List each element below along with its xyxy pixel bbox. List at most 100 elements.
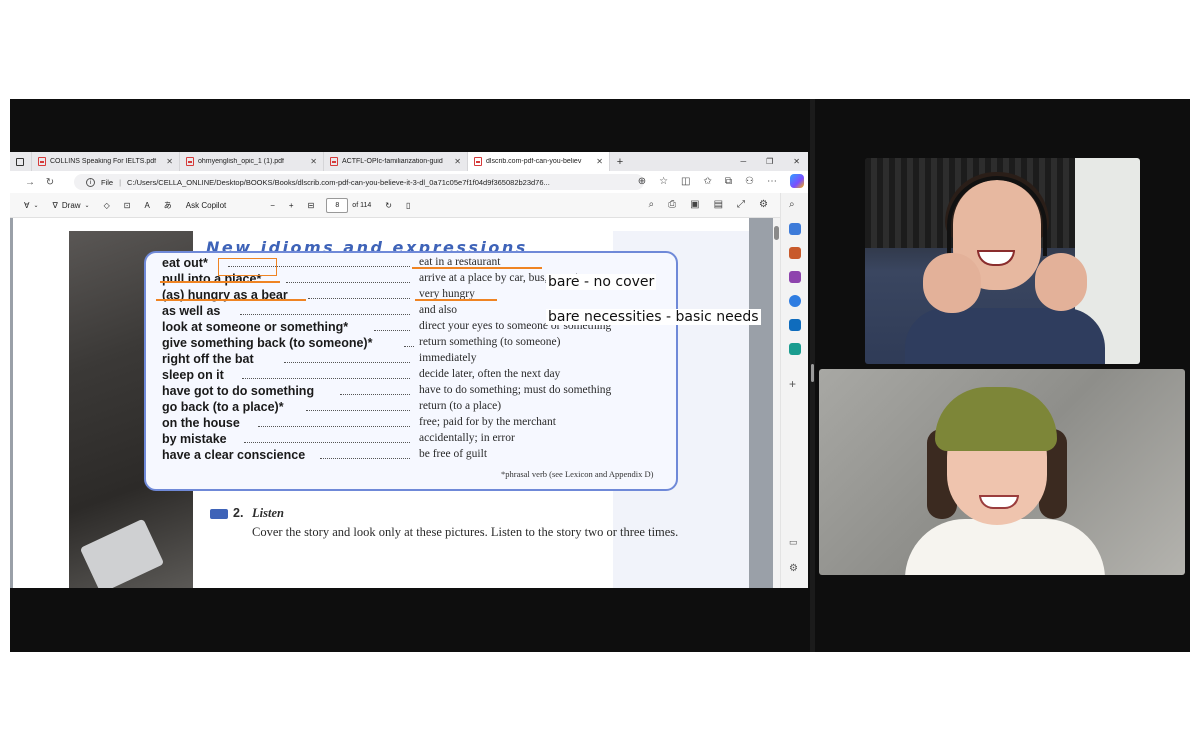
idiom-definition: return something (to someone) <box>419 336 561 348</box>
divider-handle[interactable] <box>811 364 814 382</box>
text-box-button[interactable]: ⊡ <box>124 201 131 210</box>
dot-leader <box>240 314 410 315</box>
dot-leader <box>374 330 410 331</box>
translate-icon: あ <box>163 200 172 210</box>
zoom-in-button[interactable]: + <box>289 201 294 210</box>
idiom-term: have got to do something <box>162 384 315 398</box>
page-number-input[interactable]: 8 <box>326 197 349 213</box>
idiom-definition: be free of guilt <box>419 448 488 460</box>
back-arrow-icon[interactable]: → <box>20 177 40 188</box>
tab-ohmyenglish[interactable]: ohmyenglish_opic_1 (1).pdf ✕ <box>180 152 324 171</box>
tab-title: ohmyenglish_opic_1 (1).pdf <box>198 158 284 165</box>
dot-leader <box>284 362 410 363</box>
idiom-definition: accidentally; in error <box>419 432 515 444</box>
save-as-icon[interactable]: ▤ <box>714 199 723 210</box>
sidebar-settings-icon[interactable]: ⚙ <box>789 563 801 575</box>
rotate-button[interactable]: ↻ <box>385 201 392 210</box>
rotate-icon: ↻ <box>385 200 392 210</box>
print-icon[interactable]: ⎙ <box>668 199 676 210</box>
new-tab-icon[interactable]: + <box>610 156 630 168</box>
idiom-term: on the house <box>162 416 240 430</box>
dot-leader <box>404 346 414 347</box>
idiom-term: have a clear conscience <box>162 448 306 462</box>
highlight-underline <box>160 281 280 283</box>
plus-icon: + <box>288 200 294 210</box>
highlight-button[interactable]: ∀ ⌄ <box>24 201 39 210</box>
page-view-button[interactable]: ▯ <box>406 201 410 210</box>
participant-video-1 <box>865 158 1140 364</box>
tab-actfl[interactable]: ACTFL-OPIc-familiarization-guid ✕ <box>324 152 468 171</box>
idiom-term: as well as <box>162 304 221 318</box>
tab-actions-button[interactable] <box>10 152 32 171</box>
tab-actions-icon <box>16 157 24 166</box>
maximize-icon[interactable]: ❐ <box>766 157 773 166</box>
idiom-row: have a clear conscience be free of guilt <box>162 448 670 464</box>
favorite-star-icon[interactable]: ☆ <box>659 176 668 187</box>
idiom-row: go back (to a place)* return (to a place) <box>162 400 670 416</box>
tab-dlscrib[interactable]: dlscrib.com-pdf-can-you-believ ✕ <box>468 152 610 171</box>
url-field[interactable]: i File | C:/Users/CELLA_ONLINE/Desktop/B… <box>74 174 644 190</box>
url-text: C:/Users/CELLA_ONLINE/Desktop/BOOKS/Book… <box>127 177 550 187</box>
idiom-row: give something back (to someone)* return … <box>162 336 670 352</box>
page-nav: 8 of 114 <box>326 197 372 213</box>
highlight-underline <box>415 299 497 301</box>
search-icon[interactable]: ⌕ <box>789 199 801 211</box>
idiom-row: have got to do something have to do somet… <box>162 384 670 400</box>
idiom-term: sleep on it <box>162 368 224 382</box>
add-sidebar-icon[interactable]: + <box>789 377 801 391</box>
split-screen-icon[interactable]: ◫ <box>681 176 690 187</box>
zoom-icon[interactable]: ⊕ <box>638 176 646 187</box>
translate-button[interactable]: あ <box>164 200 172 211</box>
drop-icon[interactable] <box>789 343 801 355</box>
dot-leader <box>308 298 410 299</box>
footnote: *phrasal verb (see Lexicon and Appendix … <box>501 469 654 479</box>
close-tab-icon[interactable]: ✕ <box>310 157 317 166</box>
fit-page-button[interactable]: ⊟ <box>308 201 315 210</box>
shopping-icon[interactable] <box>789 223 801 235</box>
collections-icon[interactable]: ⧉ <box>725 176 732 187</box>
minus-icon: − <box>270 200 275 210</box>
draw-button[interactable]: ∇ Draw ⌄ <box>53 201 90 210</box>
refresh-icon[interactable]: ↻ <box>40 177 60 188</box>
search-icon[interactable]: ⌕ <box>649 199 655 210</box>
scrollbar[interactable] <box>773 218 780 588</box>
dot-leader <box>306 410 410 411</box>
extensions-icon[interactable]: ⚇ <box>745 176 754 187</box>
close-tab-icon[interactable]: ✕ <box>596 157 603 166</box>
tab-collins[interactable]: COLLINS Speaking For IELTS.pdf ✕ <box>32 152 180 171</box>
participant-hand <box>923 253 981 313</box>
erase-button[interactable]: ◇ <box>104 201 110 210</box>
idiom-row: by mistake accidentally; in error <box>162 432 670 448</box>
zoom-out-button[interactable]: − <box>270 201 275 210</box>
idiom-row: on the house free; paid for by the mercha… <box>162 416 670 432</box>
favorites-icon[interactable]: ✩ <box>704 176 712 187</box>
save-icon[interactable]: ▣ <box>690 199 699 210</box>
read-aloud-button[interactable]: A <box>144 201 149 210</box>
copilot-icon[interactable] <box>790 174 804 188</box>
tools-icon[interactable] <box>789 247 801 259</box>
close-tab-icon[interactable]: ✕ <box>166 157 173 166</box>
minimize-icon[interactable]: ─ <box>740 157 746 166</box>
page-total: of 114 <box>352 201 372 209</box>
fullscreen-icon[interactable]: ⤢ <box>737 199 745 210</box>
fit-page-icon: ⊟ <box>307 200 315 210</box>
pdf-toolbar-right: ⌕ ⎙ ▣ ▤ ⤢ ⚙ <box>649 199 768 210</box>
more-icon[interactable]: ⋯ <box>767 176 777 187</box>
window-controls: ─ ❐ ✕ <box>740 152 800 171</box>
sidebar-screen-icon[interactable]: ▭ <box>789 537 801 549</box>
pdf-viewport[interactable]: New idioms and expressions eat out* eat i… <box>10 218 780 588</box>
pdf-icon <box>186 157 194 166</box>
dot-leader <box>286 282 410 283</box>
idiom-definition: return (to a place) <box>419 400 502 412</box>
exercise-number: 2. <box>233 506 244 520</box>
office-icon[interactable] <box>789 295 801 307</box>
close-tab-icon[interactable]: ✕ <box>454 157 461 166</box>
games-icon[interactable] <box>789 271 801 283</box>
ask-copilot-button[interactable]: Ask Copilot <box>186 201 226 210</box>
scrollbar-thumb[interactable] <box>774 226 779 240</box>
outlook-icon[interactable] <box>789 319 801 331</box>
close-window-icon[interactable]: ✕ <box>793 157 800 166</box>
participant-hand <box>1035 253 1087 311</box>
settings-gear-icon[interactable]: ⚙ <box>759 199 768 210</box>
pdf-toolbar: ∀ ⌄ ∇ Draw ⌄ ◇ ⊡ A あ Ask Copilot − + ⊟ 8 of… <box>10 193 780 218</box>
